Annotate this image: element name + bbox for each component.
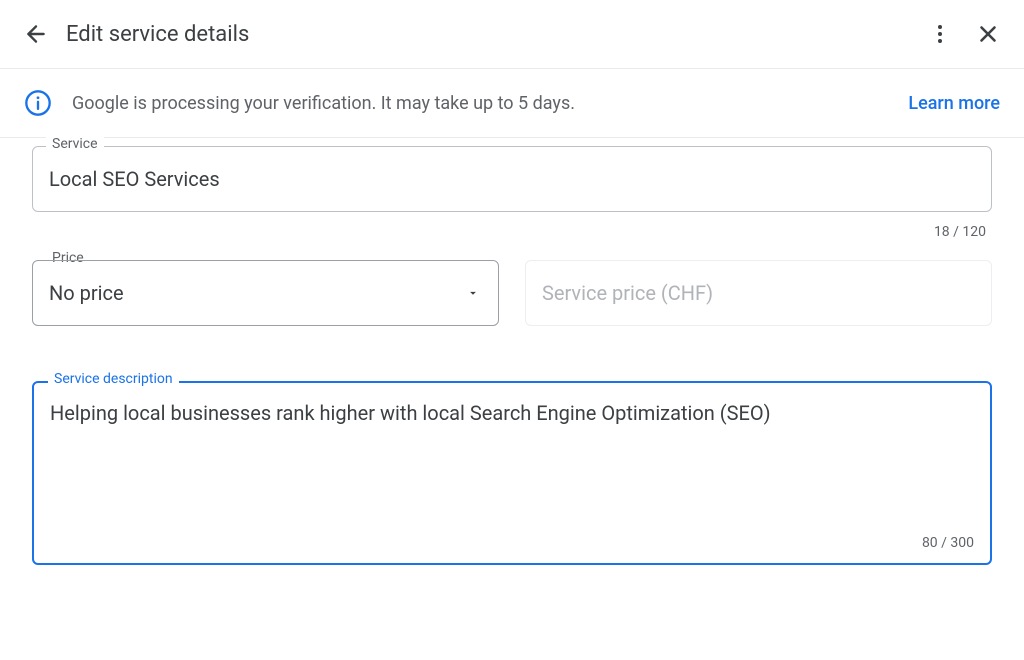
service-price-input: Service price (CHF) — [525, 260, 992, 326]
banner-message: Google is processing your verification. … — [72, 93, 888, 114]
close-icon — [975, 21, 1001, 47]
service-price-field-group: Service price (CHF) — [525, 260, 992, 326]
form-body: Service 18 / 120 Price No price Service … — [0, 138, 1024, 565]
service-char-count: 18 / 120 — [32, 220, 992, 240]
learn-more-link[interactable]: Learn more — [908, 93, 1000, 114]
description-label: Service description — [48, 371, 179, 387]
service-label: Service — [46, 136, 104, 152]
info-icon — [24, 89, 52, 117]
more-options-button[interactable] — [920, 14, 960, 54]
service-field-group: Service — [32, 146, 992, 212]
service-name-input[interactable] — [32, 146, 992, 212]
more-vertical-icon — [928, 22, 952, 46]
price-select[interactable]: No price — [32, 260, 499, 326]
service-description-input[interactable] — [50, 401, 974, 531]
close-button[interactable] — [968, 14, 1008, 54]
price-field-group: Price No price — [32, 260, 499, 326]
page-title: Edit service details — [66, 22, 920, 47]
dialog-header: Edit service details — [0, 0, 1024, 69]
price-row: Price No price Service price (CHF) — [32, 260, 992, 326]
header-actions — [920, 14, 1008, 54]
price-selected-value: No price — [49, 281, 124, 305]
chevron-down-icon — [466, 281, 480, 305]
arrow-left-icon — [23, 21, 49, 47]
back-button[interactable] — [16, 14, 56, 54]
verification-banner: Google is processing your verification. … — [0, 69, 1024, 138]
info-icon-wrap — [24, 89, 52, 117]
description-field-group: Service description 80 / 300 — [32, 381, 992, 565]
description-char-count: 80 / 300 — [50, 535, 974, 551]
